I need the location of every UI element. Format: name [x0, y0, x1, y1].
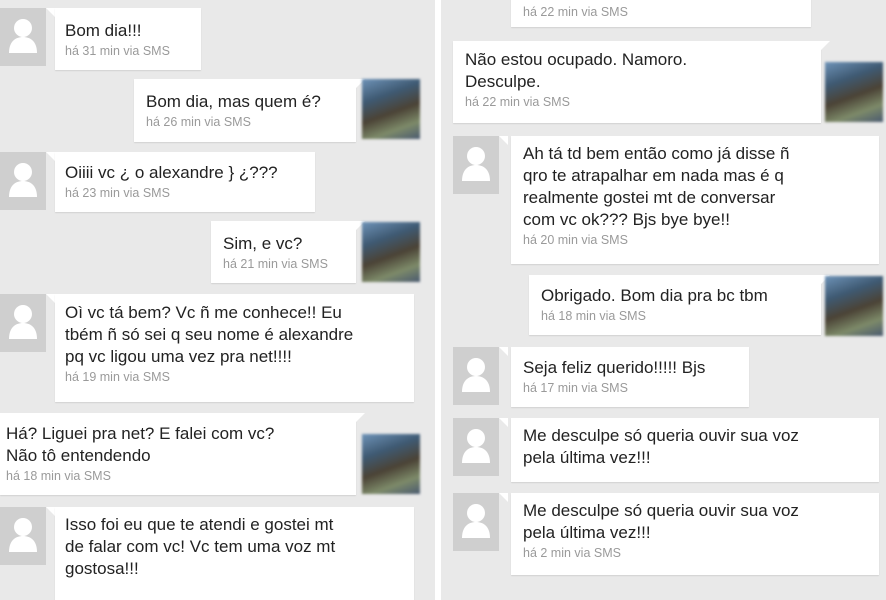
- contact-avatar-icon: [0, 8, 46, 66]
- contact-avatar-icon: [453, 347, 499, 405]
- message-text: Há? Liguei pra net? E falei com vc? Não …: [6, 424, 275, 465]
- message-timestamp: há 31 min via SMS: [65, 44, 170, 58]
- message-text: Oì vc tá bem? Vc ñ me conhece!! Eu tbém …: [65, 303, 354, 366]
- message-bubble: Isso foi eu que te atendi e gostei mt de…: [55, 507, 414, 600]
- user-avatar: [362, 222, 420, 282]
- message-text: Ah tá td bem então como já disse ñ qro t…: [523, 144, 790, 229]
- contact-avatar-icon: [0, 152, 46, 210]
- message-text: Sim, e vc?: [223, 234, 303, 253]
- message-timestamp: há 19 min via SMS: [65, 370, 170, 384]
- message-text: Seja feliz querido!!!!! Bjs: [523, 358, 706, 377]
- contact-avatar-icon: [453, 136, 499, 194]
- message-text: Me desculpe só queria ouvir sua voz pela…: [523, 501, 799, 542]
- user-avatar: [362, 434, 420, 494]
- message-text: Oiiii vc ¿ o alexandre } ¿???: [65, 163, 278, 182]
- message-bubble: Bom dia!!! há 31 min via SMS: [55, 8, 201, 70]
- message-timestamp: há 22 min via SMS: [523, 5, 628, 19]
- message-timestamp: há 20 min via SMS: [523, 233, 628, 247]
- contact-avatar-icon: [453, 493, 499, 551]
- contact-avatar-icon: [0, 294, 46, 352]
- user-avatar: [825, 62, 883, 122]
- message-bubble: Ah tá td bem então como já disse ñ qro t…: [511, 136, 879, 264]
- message-text: Bom dia, mas quem é?: [146, 92, 321, 111]
- message-bubble: Há? Liguei pra net? E falei com vc? Não …: [0, 413, 356, 495]
- conversation-panel-right: há 22 min via SMS Não estou ocupado. Nam…: [441, 0, 886, 600]
- message-bubble: Oì vc tá bem? Vc ñ me conhece!! Eu tbém …: [55, 294, 414, 402]
- user-avatar: [825, 276, 883, 336]
- message-text: Obrigado. Bom dia pra bc tbm: [541, 286, 768, 305]
- contact-avatar-icon: [453, 418, 499, 476]
- message-timestamp: há 21 min via SMS: [223, 257, 328, 271]
- conversation-panel-left: Bom dia!!! há 31 min via SMS Bom dia, ma…: [0, 0, 435, 600]
- message-timestamp: há 22 min via SMS: [465, 95, 570, 109]
- message-bubble: Obrigado. Bom dia pra bc tbm há 18 min v…: [529, 275, 821, 335]
- user-avatar: [362, 79, 420, 139]
- message-timestamp: há 23 min via SMS: [65, 186, 170, 200]
- contact-avatar-icon: [0, 507, 46, 565]
- message-bubble: Seja feliz querido!!!!! Bjs há 17 min vi…: [511, 347, 749, 407]
- message-bubble: há 22 min via SMS: [511, 0, 811, 27]
- message-text: Bom dia!!!: [65, 21, 142, 40]
- message-timestamp: há 26 min via SMS: [146, 115, 251, 129]
- message-timestamp: há 2 min via SMS: [523, 546, 621, 560]
- message-timestamp: há 18 min via SMS: [6, 469, 111, 483]
- message-timestamp: há 17 min via SMS: [523, 381, 628, 395]
- message-bubble: Bom dia, mas quem é? há 26 min via SMS: [134, 79, 356, 142]
- message-timestamp: há 18 min via SMS: [541, 309, 646, 323]
- message-text: Não estou ocupado. Namoro. Desculpe.: [465, 50, 688, 91]
- message-bubble: Não estou ocupado. Namoro. Desculpe. há …: [453, 41, 821, 123]
- message-bubble: Me desculpe só queria ouvir sua voz pela…: [511, 418, 879, 482]
- message-text: Me desculpe só queria ouvir sua voz pela…: [523, 426, 799, 467]
- message-bubble: Me desculpe só queria ouvir sua voz pela…: [511, 493, 879, 575]
- message-bubble: Sim, e vc? há 21 min via SMS: [211, 221, 356, 283]
- message-bubble: Oiiii vc ¿ o alexandre } ¿??? há 23 min …: [55, 152, 315, 212]
- message-text: Isso foi eu que te atendi e gostei mt de…: [65, 515, 336, 578]
